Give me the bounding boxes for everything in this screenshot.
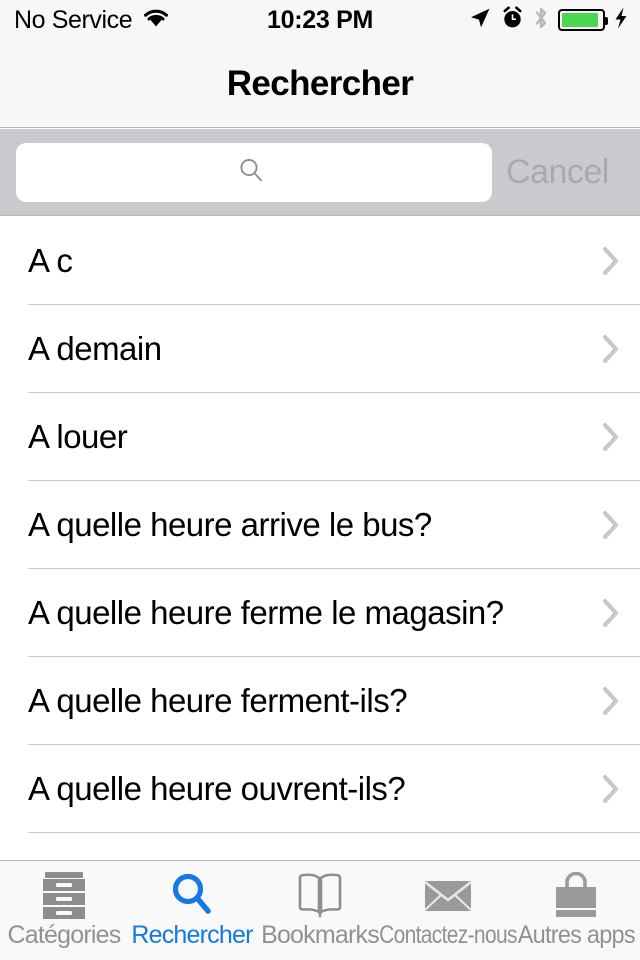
app-screen: No Service 10:23 PM Rechercher Cancel A … (0, 0, 640, 960)
search-results-list[interactable]: A c A demain A louer A quelle heure arrive … (0, 217, 640, 860)
chevron-right-icon (600, 507, 622, 543)
chevron-right-icon (600, 595, 622, 631)
table-row-label: A louer (28, 418, 128, 455)
tab-label: Autres apps (517, 921, 635, 949)
table-row[interactable]: A quelle heure ferme le magasin? (0, 569, 640, 657)
tab-cat-gories[interactable]: Catégories (0, 861, 128, 960)
tab-label: Rechercher (131, 921, 253, 949)
navigation-bar: Rechercher (0, 40, 640, 128)
table-row-label: A quelle heure ferment-ils? (28, 682, 408, 719)
search-icon (168, 869, 216, 921)
search-icon (236, 155, 266, 190)
status-bar: No Service 10:23 PM (0, 0, 640, 40)
bluetooth-icon (533, 6, 549, 35)
table-row-label: A quelle heure ouvrent-ils? (28, 770, 406, 807)
table-row-label: A quelle heure arrive le bus? (28, 506, 432, 543)
chevron-right-icon (600, 771, 622, 807)
chevron-right-icon (600, 683, 622, 719)
chevron-right-icon (600, 419, 622, 455)
chevron-right-icon (600, 331, 622, 367)
table-row-label: A demain (28, 330, 162, 367)
search-bar: Cancel (0, 129, 640, 216)
battery-icon (558, 9, 608, 31)
table-row-partial[interactable] (0, 833, 640, 860)
alarm-clock-icon (501, 6, 524, 35)
cancel-button[interactable]: Cancel (506, 153, 609, 192)
open-book-icon (292, 869, 348, 921)
tab-contactez-nous[interactable]: Contactez-nous (379, 861, 518, 960)
status-bar-left: No Service (14, 7, 170, 33)
tab-label: Catégories (7, 921, 122, 949)
search-input[interactable] (16, 142, 492, 202)
table-row[interactable]: A quelle heure ouvrent-ils? (0, 745, 640, 833)
chevron-right-icon (602, 246, 619, 276)
tab-label: Contactez-nous (379, 921, 517, 949)
page-title: Rechercher (226, 63, 414, 103)
envelope-icon (420, 869, 476, 921)
chevron-right-icon (602, 686, 619, 716)
carrier-label: No Service (14, 5, 133, 34)
table-row[interactable]: A quelle heure arrive le bus? (0, 481, 640, 569)
tab-rechercher[interactable]: Rechercher (128, 861, 256, 960)
table-row[interactable]: A quelle heure ferment-ils? (0, 657, 640, 745)
location-arrow-icon (468, 6, 492, 35)
table-row-label: A quelle heure ferme le magasin? (28, 594, 504, 631)
search-field-content (236, 155, 272, 190)
status-bar-right (468, 6, 628, 35)
shopping-bag-icon (549, 869, 603, 921)
table-row-label: A c (28, 242, 73, 279)
lightning-bolt-icon (614, 6, 628, 35)
chevron-right-icon (600, 243, 622, 279)
table-row[interactable]: A c (0, 217, 640, 305)
file-cabinet-icon (37, 869, 91, 921)
chevron-right-icon (602, 598, 619, 628)
chevron-right-icon (602, 334, 619, 364)
table-row[interactable]: A louer (0, 393, 640, 481)
chevron-right-icon (602, 774, 619, 804)
tab-label: Bookmarks (261, 921, 380, 949)
chevron-right-icon (602, 422, 619, 452)
tab-autres-apps[interactable]: Autres apps (512, 861, 640, 960)
clock-label: 10:23 PM (267, 5, 373, 34)
table-row[interactable]: A demain (0, 305, 640, 393)
chevron-right-icon (602, 510, 619, 540)
tab-bar: Catégories Rechercher Bookmarks Contactez-n… (0, 860, 640, 960)
wifi-icon (142, 7, 170, 33)
tab-bookmarks[interactable]: Bookmarks (256, 861, 384, 960)
